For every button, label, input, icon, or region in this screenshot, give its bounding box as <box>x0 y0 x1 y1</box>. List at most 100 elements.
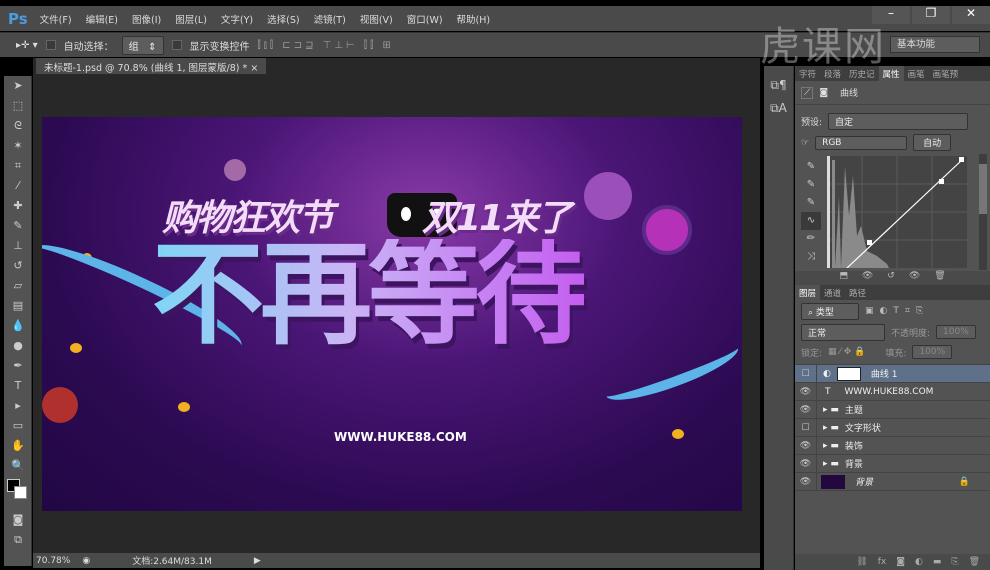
menu-edit[interactable]: 编辑(E) <box>86 12 118 26</box>
healing-brush-icon[interactable]: ✚ <box>4 196 32 216</box>
tab-paths[interactable]: 路径 <box>845 285 870 300</box>
layer-group-theme[interactable]: 👁 ▸ ▬ 主题 <box>795 400 990 419</box>
auto-select-dropdown[interactable]: 组 ⇕ <box>121 35 164 55</box>
document-tab[interactable]: 未标题-1.psd @ 70.8% (曲线 1, 图层蒙版/8) * × <box>36 58 267 74</box>
blur-tool-icon[interactable]: 💧 <box>4 316 32 336</box>
gradient-tool-icon[interactable]: ▤ <box>4 296 32 316</box>
pen-tool-icon[interactable]: ✒ <box>4 356 32 376</box>
layer-filter-dropdown[interactable]: ⌕ 类型 <box>801 302 859 320</box>
mask-icon[interactable]: ◙ <box>819 88 828 98</box>
curves-graph[interactable] <box>827 156 967 268</box>
blend-mode-dropdown[interactable]: 正常 <box>801 323 885 341</box>
filter-type-icons[interactable]: ▣◐T⌗⎘ <box>865 306 929 316</box>
shape-tool-icon[interactable]: ▭ <box>4 416 32 436</box>
menu-filter[interactable]: 滤镜(T) <box>314 12 346 26</box>
smooth-icon[interactable]: ⤨ <box>801 248 821 266</box>
menu-window[interactable]: 窗口(W) <box>407 12 443 26</box>
lock-icons[interactable]: ▦ ⁄ ✥ 🔒 <box>828 347 865 357</box>
reset-icon[interactable]: ↺ <box>887 271 895 285</box>
eraser-tool-icon[interactable]: ▱ <box>4 276 32 296</box>
tab-channels[interactable]: 通道 <box>820 285 845 300</box>
move-tool-icon[interactable]: ➤ <box>4 76 32 96</box>
sample-midtones-icon[interactable]: ✎ <box>801 176 821 194</box>
auto-button[interactable]: 自动 <box>913 134 952 151</box>
fx-icon[interactable]: fx <box>878 557 887 567</box>
layer-group-decor[interactable]: 👁 ▸ ▬ 装饰 <box>795 436 990 455</box>
move-tool-icon[interactable]: ▸✛ ▾ <box>16 40 38 51</box>
menu-file[interactable]: 文件(F) <box>40 12 72 26</box>
stamp-tool-icon[interactable]: ⊥ <box>4 236 32 256</box>
menu-view[interactable]: 视图(V) <box>360 12 393 26</box>
curves-icon[interactable]: ⟋ <box>801 86 814 99</box>
curve-point[interactable] <box>867 240 872 245</box>
visibility-toggle-off[interactable]: ☐ <box>795 364 817 383</box>
new-layer-icon[interactable]: ⎘ <box>951 557 958 567</box>
eye-icon[interactable]: 👁 <box>795 454 817 473</box>
restore-button[interactable]: ❐ <box>912 6 950 24</box>
close-button[interactable]: ✕ <box>952 6 990 24</box>
hand-tool-icon[interactable]: ✋ <box>4 436 32 456</box>
brush-tool-icon[interactable]: ✎ <box>4 216 32 236</box>
paragraph-style-icon[interactable]: ⧉¶ <box>764 78 793 93</box>
eye-icon[interactable]: 👁 <box>795 400 817 419</box>
channel-dropdown[interactable]: RGB <box>815 135 908 150</box>
layer-group-background[interactable]: 👁 ▸ ▬ 背景 <box>795 454 990 473</box>
menu-layer[interactable]: 图层(L) <box>175 12 207 26</box>
adjustment-layer-icon[interactable]: ◐ <box>915 557 923 567</box>
eyedropper-icon[interactable]: ⁄ <box>4 176 32 196</box>
on-image-adjust-icon[interactable]: ☞ <box>801 138 809 148</box>
delete-icon[interactable]: 🗑 <box>934 271 945 285</box>
fill-field[interactable]: 100% <box>912 345 953 359</box>
type-tool-icon[interactable]: T <box>4 376 32 396</box>
quick-mask-icon[interactable]: ◙ <box>4 510 32 530</box>
tab-close-icon[interactable]: × <box>250 63 258 74</box>
pencil-draw-icon[interactable]: ✏ <box>801 230 821 248</box>
eye-icon[interactable]: 👁 <box>795 382 817 401</box>
screen-mode-icon[interactable]: ⧉ <box>4 530 32 550</box>
eye-icon[interactable]: 👁 <box>795 472 817 491</box>
tab-brush-presets[interactable]: 画笔预 <box>929 66 963 81</box>
marquee-tool-icon[interactable]: ⬚ <box>4 96 32 116</box>
curve-point[interactable] <box>959 157 964 162</box>
show-transform-checkbox[interactable] <box>171 40 182 50</box>
menu-type[interactable]: 文字(Y) <box>221 12 253 26</box>
layer-curves-1[interactable]: ☐ ◐ 曲线 1 <box>795 364 990 383</box>
properties-scrollbar[interactable] <box>979 154 987 270</box>
layer-group-text-shape[interactable]: ☐ ▸ ▬ 文字形状 <box>795 418 990 437</box>
view-previous-icon[interactable]: 👁 <box>862 271 873 285</box>
color-swatches-icon[interactable] <box>4 476 32 510</box>
tab-layers[interactable]: 图层 <box>795 285 821 300</box>
add-mask-icon[interactable]: ◙ <box>896 557 905 567</box>
visibility-toggle-off[interactable]: ☐ <box>795 418 817 437</box>
link-icon[interactable]: ⛓ <box>856 557 867 567</box>
sample-shadows-icon[interactable]: ✎ <box>801 158 821 176</box>
eye-icon[interactable]: 👁 <box>795 436 817 455</box>
path-select-icon[interactable]: ▸ <box>4 396 32 416</box>
sample-highlights-icon[interactable]: ✎ <box>801 194 821 212</box>
magic-wand-icon[interactable]: ✶ <box>4 136 32 156</box>
zoom-level[interactable]: 70.78% <box>36 556 70 566</box>
opacity-field[interactable]: 100% <box>936 325 976 339</box>
workspace-dropdown[interactable]: 基本功能 <box>890 36 980 53</box>
status-menu-arrow-icon[interactable]: ▶ <box>254 556 261 566</box>
dodge-tool-icon[interactable]: ● <box>4 336 32 356</box>
curve-point[interactable] <box>939 179 944 184</box>
crop-tool-icon[interactable]: ⌗ <box>4 156 32 176</box>
clip-to-layer-icon[interactable]: ⬒ <box>839 271 848 285</box>
canvas-artwork[interactable]: 购物狂欢节 双11来了 不再等待 WWW.HUKE88.COM <box>42 117 742 511</box>
character-style-icon[interactable]: ⧉A <box>764 101 793 116</box>
edit-points-icon[interactable]: ∿ <box>801 212 821 230</box>
zoom-tool-icon[interactable]: 🔍 <box>4 456 32 476</box>
menu-help[interactable]: 帮助(H) <box>457 12 491 26</box>
menu-select[interactable]: 选择(S) <box>267 12 299 26</box>
visibility-icon[interactable]: 👁 <box>909 271 920 285</box>
preset-dropdown[interactable]: 自定 <box>828 113 969 130</box>
delete-layer-icon[interactable]: 🗑 <box>969 557 980 567</box>
new-group-icon[interactable]: ▬ <box>933 557 942 567</box>
lasso-tool-icon[interactable]: ᘓ <box>4 116 32 136</box>
auto-select-checkbox[interactable] <box>45 40 56 50</box>
history-brush-icon[interactable]: ↺ <box>4 256 32 276</box>
align-icons[interactable]: ⫿⫾⫿ ⊏⊐⊒ ⊤⊥⊢ ⫿⫿ ⊞ <box>258 40 394 51</box>
layer-background[interactable]: 👁 背景 🔒 <box>795 472 990 491</box>
menu-image[interactable]: 图像(I) <box>132 12 161 26</box>
